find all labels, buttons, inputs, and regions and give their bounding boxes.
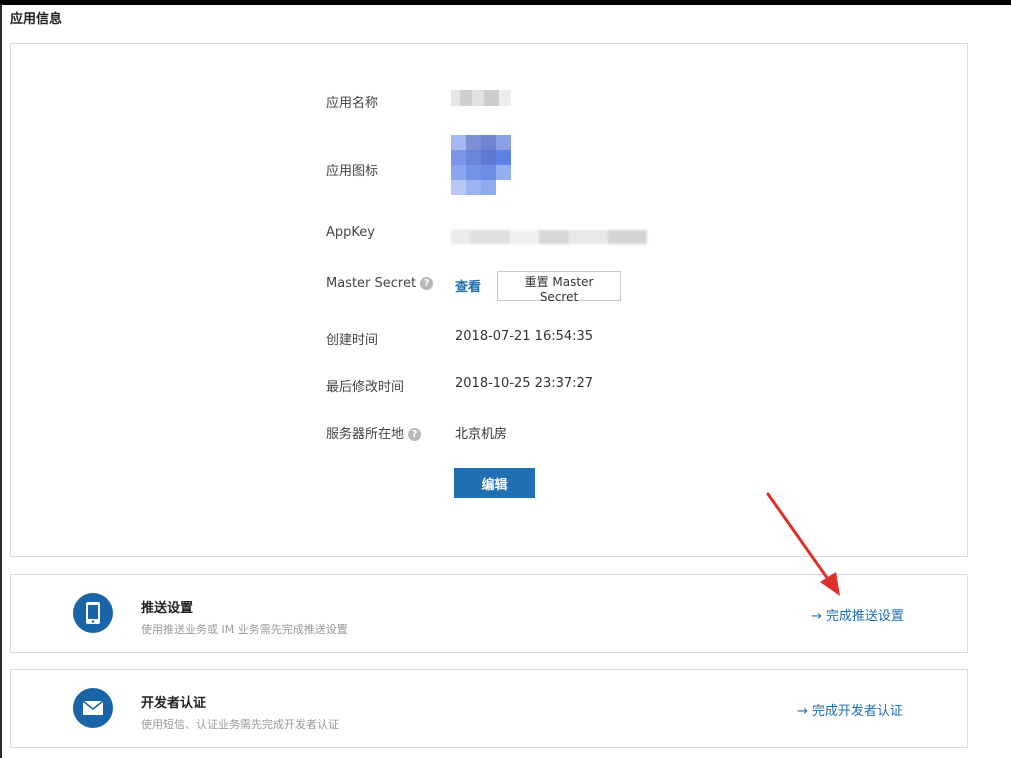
window-left-border xyxy=(0,5,2,758)
push-settings-desc: 使用推送业务或 IM 业务需先完成推送设置 xyxy=(141,623,348,636)
created-time-value: 2018-07-21 16:54:35 xyxy=(455,329,594,344)
phone-icon-glyph xyxy=(86,602,100,624)
arrow-right-icon: → xyxy=(811,609,822,624)
server-location-label-text: 服务器所在地 xyxy=(326,427,405,442)
help-icon[interactable]: ? xyxy=(408,428,422,441)
modified-time-label: 最后修改时间 xyxy=(326,380,405,395)
developer-certification-title: 开发者认证 xyxy=(141,696,207,711)
app-info-panel: 应用名称 应用图标 AppKey Master Secret? 查看 重置 Ma… xyxy=(10,43,968,557)
modified-time-value: 2018-10-25 23:37:27 xyxy=(455,376,594,391)
app-name-label: 应用名称 xyxy=(326,96,379,111)
edit-button[interactable]: 编辑 xyxy=(454,468,535,498)
complete-push-settings-text: 完成推送设置 xyxy=(825,609,904,624)
arrow-right-icon: → xyxy=(797,704,808,719)
help-icon[interactable]: ? xyxy=(420,277,434,290)
app-icon-image xyxy=(451,135,511,195)
server-location-value: 北京机房 xyxy=(455,427,508,442)
envelope-icon xyxy=(73,688,113,728)
window-top-border xyxy=(0,0,1011,5)
appkey-label: AppKey xyxy=(326,225,375,240)
reset-master-secret-button[interactable]: 重置 Master Secret xyxy=(497,271,621,304)
server-location-label: 服务器所在地? xyxy=(326,423,422,442)
push-settings-title: 推送设置 xyxy=(141,601,194,616)
phone-icon xyxy=(73,593,113,633)
master-secret-label-text: Master Secret xyxy=(326,276,417,291)
complete-push-settings-link[interactable]: → 完成推送设置 xyxy=(811,605,904,624)
developer-certification-desc: 使用短信、认证业务需先完成开发者认证 xyxy=(141,718,339,731)
complete-developer-certification-link[interactable]: → 完成开发者认证 xyxy=(797,700,903,719)
app-icon-label: 应用图标 xyxy=(326,164,379,179)
page-title: 应用信息 xyxy=(10,12,63,27)
view-master-secret-link[interactable]: 查看 xyxy=(455,276,481,295)
created-time-label: 创建时间 xyxy=(326,333,379,348)
complete-developer-certification-text: 完成开发者认证 xyxy=(811,704,903,719)
envelope-icon-glyph xyxy=(83,701,103,715)
developer-certification-card: 开发者认证 使用短信、认证业务需先完成开发者认证 → 完成开发者认证 xyxy=(10,669,968,748)
master-secret-label: Master Secret? xyxy=(326,276,434,291)
app-name-value-redacted xyxy=(451,90,511,106)
annotation-arrow-icon xyxy=(766,492,840,596)
appkey-value-redacted xyxy=(451,230,647,244)
